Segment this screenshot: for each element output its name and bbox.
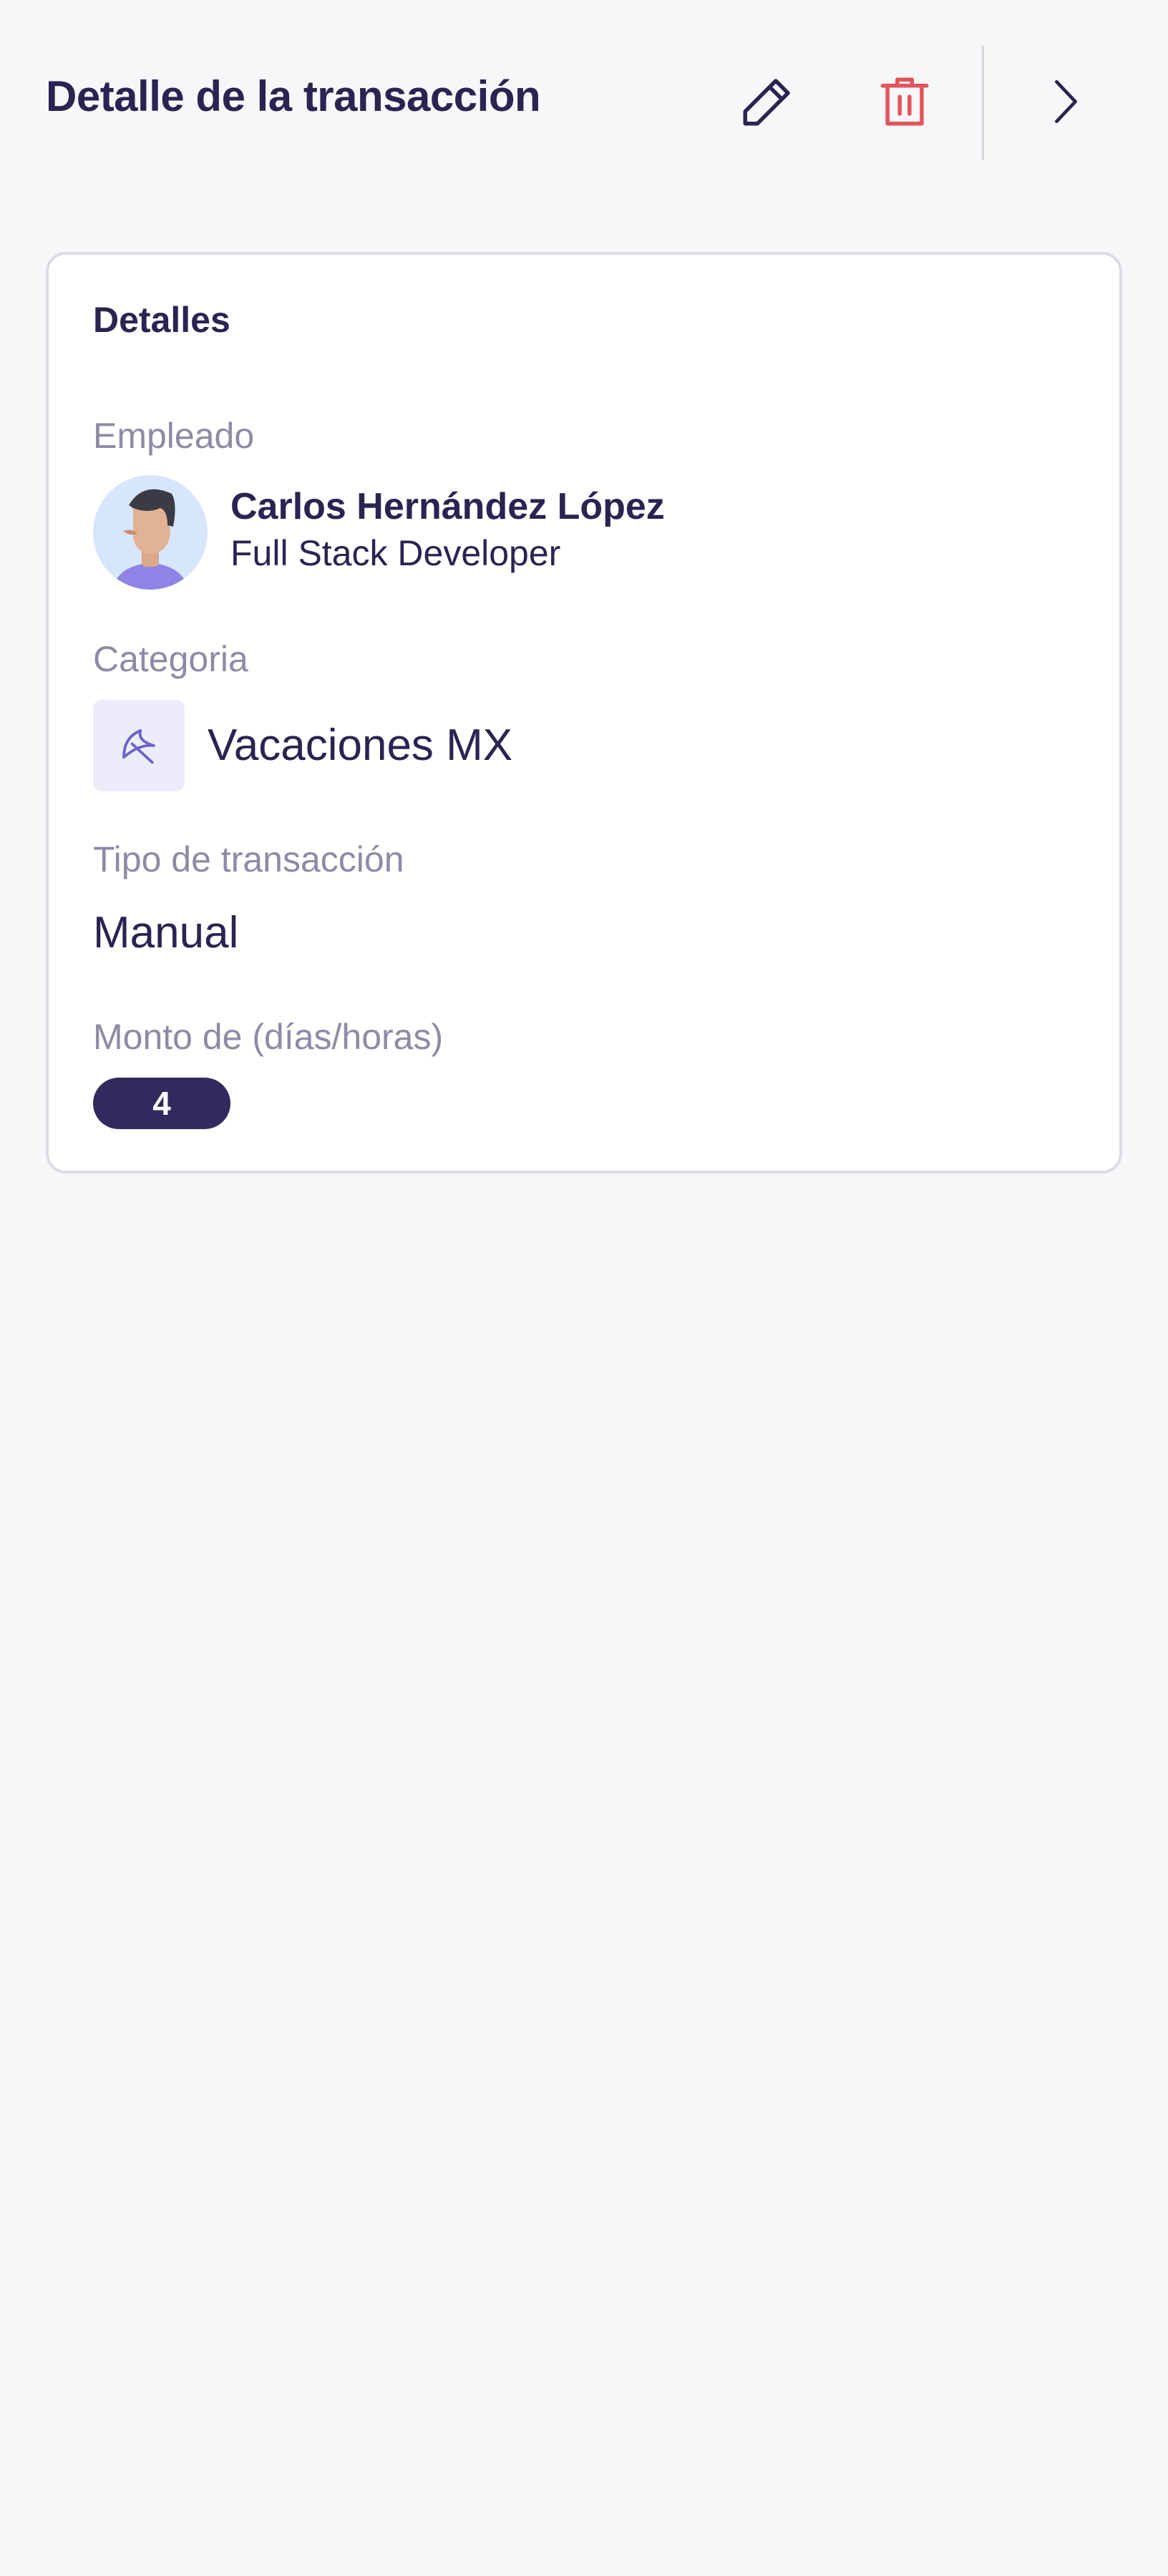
page-header: Detalle de la transacción (0, 0, 1168, 205)
card-title: Detalles (93, 300, 230, 340)
details-card: Detalles Empleado Carlos Hernández López… (46, 252, 1122, 1174)
transaction-type-value: Manual (93, 908, 239, 957)
category-label: Categoria (93, 639, 248, 679)
header-divider (982, 46, 984, 160)
trash-icon (880, 77, 929, 126)
employee-role: Full Stack Developer (230, 533, 561, 573)
avatar (93, 475, 208, 590)
amount-badge: 4 (93, 1078, 230, 1129)
amount-label: Monto de (días/horas) (93, 1017, 444, 1057)
employee-name: Carlos Hernández López (230, 486, 665, 527)
chevron-right-icon (1055, 79, 1077, 124)
umbrella-icon (122, 729, 155, 764)
category-icon-box (93, 700, 185, 791)
pencil-icon (743, 79, 790, 126)
employee-label: Empleado (93, 416, 255, 456)
category-name: Vacaciones MX (208, 721, 513, 770)
page-title: Detalle de la transacción (46, 72, 541, 120)
next-button[interactable] (1029, 66, 1101, 137)
transaction-type-label: Tipo de transacción (93, 839, 404, 879)
delete-button[interactable] (869, 66, 940, 137)
edit-button[interactable] (731, 66, 803, 137)
